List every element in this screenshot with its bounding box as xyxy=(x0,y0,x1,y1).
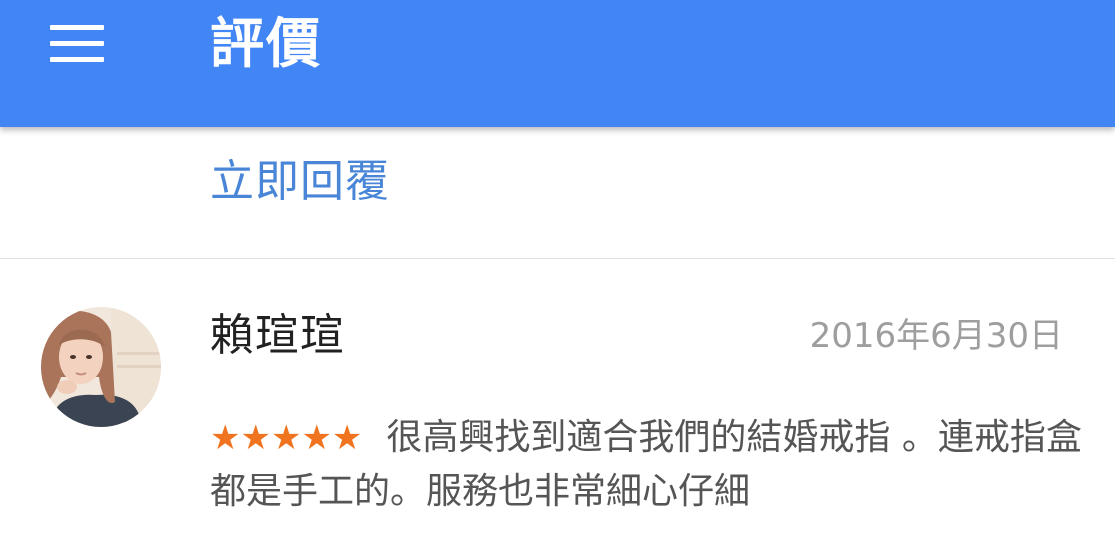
star-rating: ★★★★★ xyxy=(210,418,363,458)
page-title: 評價 xyxy=(210,12,322,75)
menu-icon[interactable] xyxy=(44,16,110,72)
reviewer-name: 賴瑄瑄 xyxy=(210,310,345,361)
avatar xyxy=(41,307,161,427)
review-date: 2016年6月30日 xyxy=(809,316,1063,356)
app-bar: 評價 xyxy=(0,0,1115,127)
reply-now-link[interactable]: 立即回覆 xyxy=(210,150,390,214)
reviewer-photo-icon xyxy=(41,307,161,427)
divider xyxy=(0,258,1115,259)
review-body: ★★★★★ 很高興找到適合我們的結婚戒指 。連戒指盒都是手工的。服務也非常細心仔細 xyxy=(210,411,1090,519)
